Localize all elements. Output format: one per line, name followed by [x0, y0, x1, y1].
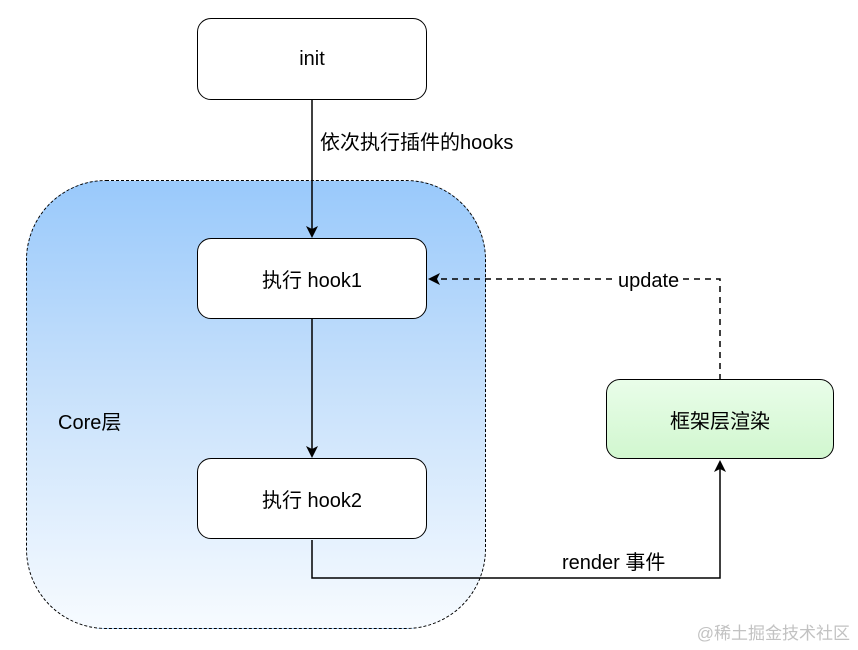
edge-label-update: update: [616, 270, 682, 293]
watermark: @稀土掘金技术社区: [696, 624, 850, 643]
edge-label-render-event: render 事件: [562, 552, 666, 574]
edges-layer: [306, 100, 726, 579]
init-node: init: [197, 18, 427, 100]
hook1-node: 执行 hook1: [197, 238, 427, 319]
edge-label-init-hooks: 依次执行插件的hooks: [320, 132, 514, 154]
hook2-node: 执行 hook2: [197, 458, 427, 539]
framework-render-node: 框架层渲染: [606, 379, 834, 459]
edge-update: [428, 273, 721, 380]
